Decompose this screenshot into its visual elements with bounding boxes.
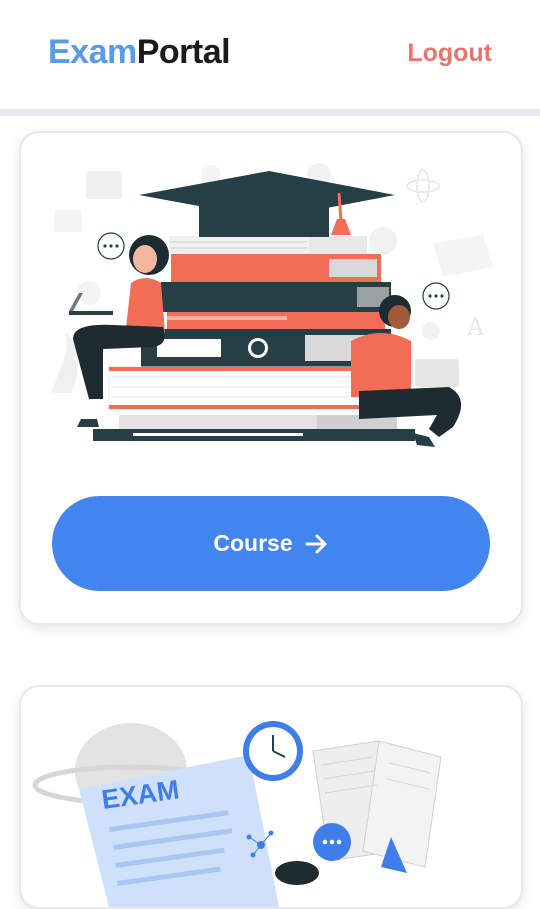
course-illustration: A [51,163,493,447]
brand-part-exam: Exam [48,33,137,71]
chat-bubble-icon [313,823,351,861]
exam-card: EXAM [19,685,523,909]
app-header: ExamPortal Logout [0,0,540,108]
course-button-label: Course [213,530,293,556]
svg-text:A: A [466,313,485,341]
graduation-cap [139,171,395,237]
logout-button[interactable]: Logout [407,38,492,68]
exam-illustration: EXAM [32,721,442,907]
course-card: A Course [19,131,523,625]
student-head [275,861,319,885]
brand-part-portal: Portal [136,33,231,71]
course-button[interactable]: Course [52,496,490,591]
header-divider [0,109,540,116]
brand-logo[interactable]: ExamPortal [48,32,231,72]
clock-icon [243,721,303,781]
arrow-right-icon [305,533,329,555]
